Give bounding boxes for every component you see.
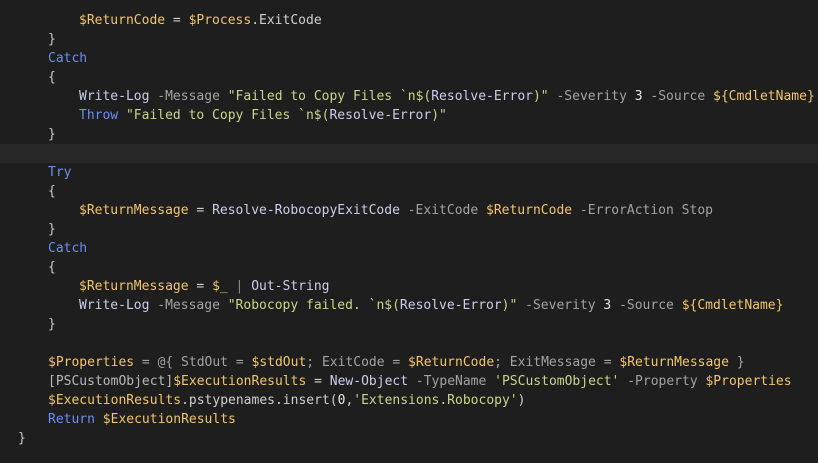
code-token: =: [306, 374, 330, 389]
code-token: Resolve-Error: [399, 298, 502, 313]
code-token: ): [517, 393, 526, 408]
code-line[interactable]: Try: [0, 163, 818, 182]
code-line[interactable]: [PSCustomObject]$ExecutionResults = New-…: [0, 372, 818, 391]
code-token: )": [532, 89, 549, 104]
code-token: }: [728, 355, 745, 370]
code-token: Resolve-Error: [329, 108, 432, 123]
code-token: $ExecutionResults: [48, 393, 182, 408]
code-token: -TypeName: [408, 374, 495, 389]
code-token: Write-Log: [79, 89, 150, 104]
code-line[interactable]: $ReturnMessage = $_ | Out-String: [0, 277, 818, 296]
code-token: -ExitCode: [399, 203, 486, 218]
code-line[interactable]: $ReturnCode = $Process.ExitCode: [0, 11, 818, 30]
code-line[interactable]: Throw "Failed to Copy Files `n$(Resolve-…: [0, 106, 818, 125]
code-line[interactable]: }: [0, 30, 818, 49]
code-token: -Source: [611, 298, 682, 313]
code-token: =: [165, 13, 189, 28]
code-line[interactable]: Write-Log -Message "Failed to Copy Files…: [0, 87, 818, 106]
code-token: CmdletName: [728, 89, 807, 104]
code-token: $ExecutionResults: [102, 412, 236, 427]
code-token: -ErrorAction Stop: [572, 203, 713, 218]
code-token: $Properties: [705, 374, 792, 389]
code-token: Try: [48, 165, 72, 180]
code-line[interactable]: {: [0, 182, 818, 201]
code-token: }: [48, 127, 56, 142]
code-token: $ExecutionResults: [173, 374, 307, 389]
code-editor[interactable]: $ReturnCode = $Process.ExitCode } Catch …: [0, 0, 818, 463]
code-token: }: [48, 317, 56, 332]
code-token: Throw: [79, 108, 119, 123]
code-token: $ReturnMessage: [619, 355, 729, 370]
code-token: {: [48, 70, 56, 85]
code-token: }: [775, 298, 784, 313]
code-token: New-Object: [329, 374, 409, 389]
code-line[interactable]: $ExecutionResults.pstypenames.insert(0,'…: [0, 391, 818, 410]
code-token: $ReturnCode: [408, 355, 495, 370]
code-line[interactable]: $ReturnMessage = Resolve-RobocopyExitCod…: [0, 201, 818, 220]
code-token: 'PSCustomObject': [494, 374, 620, 389]
code-token: -Message: [149, 298, 228, 313]
code-token: -Property: [619, 374, 706, 389]
code-token: Resolve-Error: [431, 89, 533, 104]
code-line[interactable]: }: [0, 125, 818, 144]
code-line[interactable]: Catch: [0, 49, 818, 68]
code-token: $ReturnMessage: [79, 279, 189, 294]
code-line[interactable]: }: [0, 315, 818, 334]
code-token: ${: [681, 298, 698, 313]
code-token: -Message: [149, 89, 228, 104]
code-token: $ReturnMessage: [79, 203, 189, 218]
code-token: "Robocopy failed. `n$(: [227, 298, 400, 313]
code-line[interactable]: Return $ExecutionResults: [0, 410, 818, 429]
code-token: )": [501, 298, 518, 313]
code-token: }: [18, 431, 26, 446]
code-token: ${: [713, 89, 729, 104]
code-token: {: [48, 184, 56, 199]
code-token: ; ExitCode =: [306, 355, 409, 370]
code-token: }: [48, 32, 56, 47]
code-line[interactable]: }: [0, 429, 818, 448]
code-token: |: [227, 279, 252, 294]
code-token: $Process: [188, 13, 252, 28]
code-token: {: [48, 260, 56, 275]
code-line[interactable]: Write-Log -Message "Robocopy failed. `n$…: [0, 296, 818, 315]
code-token: Write-Log: [79, 298, 150, 313]
code-token: $stdOut: [251, 355, 307, 370]
code-token: "Failed to Copy Files `n$(: [227, 89, 432, 104]
code-token: Out-String: [251, 279, 330, 294]
code-line[interactable]: {: [0, 258, 818, 277]
code-token: $Properties: [48, 355, 135, 370]
code-line[interactable]: }: [0, 220, 818, 239]
current-line-highlight[interactable]: [0, 144, 818, 163]
code-line[interactable]: Catch: [0, 239, 818, 258]
code-token: Catch: [48, 241, 88, 256]
code-token: Catch: [48, 51, 88, 66]
code-token: "Failed to Copy Files `n$(: [125, 108, 330, 123]
code-line[interactable]: [0, 334, 818, 353]
code-token: =: [188, 203, 213, 218]
code-token: )": [431, 108, 447, 123]
code-token: }: [806, 89, 815, 104]
code-token: 'Extensions.Robocopy': [353, 393, 518, 408]
code-token: }: [48, 222, 56, 237]
code-token: .pstypenames.insert(: [181, 393, 338, 408]
code-token: 3: [634, 89, 643, 104]
code-line[interactable]: {: [0, 68, 818, 87]
code-line[interactable]: $Properties = @{ StdOut = $stdOut; ExitC…: [0, 353, 818, 372]
code-token: [PSCustomObject]: [48, 374, 174, 389]
code-token: Return: [48, 412, 95, 427]
code-token: =: [188, 279, 213, 294]
code-token: -Source: [642, 89, 714, 104]
code-token: $ReturnCode: [486, 203, 573, 218]
code-token: = @{ StdOut =: [134, 355, 252, 370]
code-token: $_: [212, 279, 228, 294]
code-token: ; ExitMessage =: [494, 355, 620, 370]
code-token: -Severity: [548, 89, 635, 104]
code-token: CmdletName: [697, 298, 776, 313]
code-token: $ReturnCode: [79, 13, 166, 28]
code-token: -Severity: [517, 298, 604, 313]
code-token: .ExitCode: [251, 13, 322, 28]
code-token: Resolve-RobocopyExitCode: [212, 203, 400, 218]
